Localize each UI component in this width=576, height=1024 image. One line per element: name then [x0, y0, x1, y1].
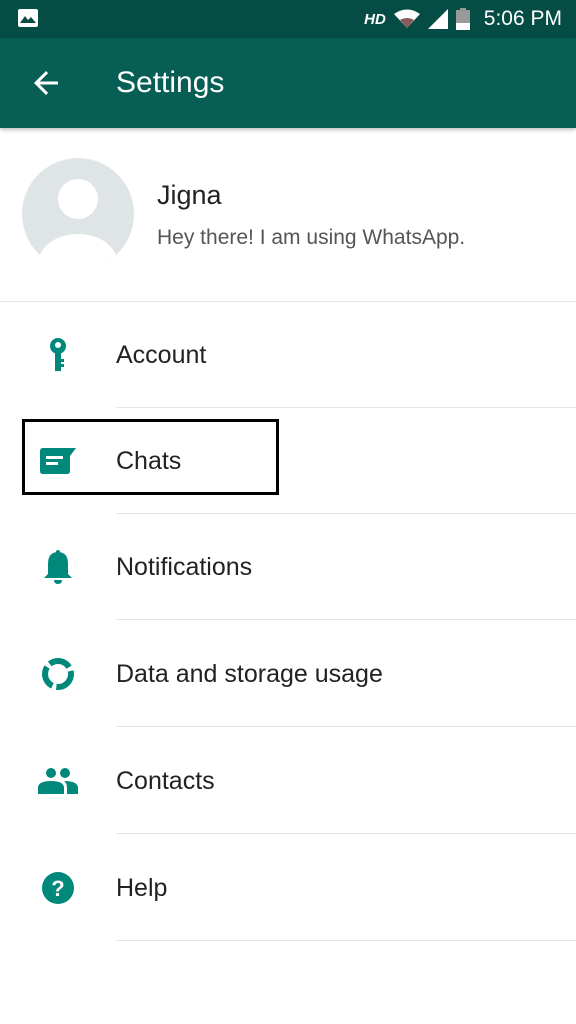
menu-item-notifications[interactable]: Notifications [0, 514, 576, 620]
menu-item-contacts[interactable]: Contacts [0, 728, 576, 834]
back-button[interactable] [28, 65, 64, 101]
menu-item-label: Notifications [116, 553, 253, 581]
help-icon: ? [38, 870, 78, 906]
menu-item-label: Contacts [116, 767, 215, 795]
menu-item-data-storage[interactable]: Data and storage usage [0, 621, 576, 727]
svg-text:?: ? [51, 876, 64, 901]
app-bar: Settings [0, 38, 576, 128]
page-title: Settings [116, 66, 225, 99]
arrow-left-icon [34, 71, 58, 95]
gallery-icon [18, 9, 38, 27]
menu-item-help[interactable]: ? Help [0, 835, 576, 941]
avatar[interactable] [22, 158, 134, 270]
divider [116, 619, 576, 620]
contacts-icon [38, 763, 78, 799]
network-label: HD [364, 10, 386, 28]
profile-section[interactable]: Jigna Hey there! I am using WhatsApp. [0, 128, 576, 302]
profile-status: Hey there! I am using WhatsApp. [157, 226, 466, 249]
menu-item-account[interactable]: Account [0, 302, 576, 408]
key-icon [38, 337, 78, 373]
menu-item-label: Data and storage usage [116, 660, 383, 688]
wifi-icon [393, 9, 420, 28]
bell-icon [38, 549, 78, 585]
menu-item-label: Account [116, 341, 207, 369]
signal-icon [427, 9, 448, 29]
divider [116, 833, 576, 834]
divider [116, 940, 576, 941]
avatar-head [58, 179, 98, 219]
divider [116, 726, 576, 727]
profile-name: Jigna [157, 180, 222, 210]
status-bar: HD 5:06 PM [0, 0, 576, 38]
avatar-body [38, 234, 118, 270]
menu-item-label: Help [116, 874, 168, 902]
chats-highlight-box [22, 419, 279, 495]
data-usage-icon [38, 656, 78, 692]
clock: 5:06 PM [483, 7, 562, 30]
battery-icon [455, 8, 470, 30]
